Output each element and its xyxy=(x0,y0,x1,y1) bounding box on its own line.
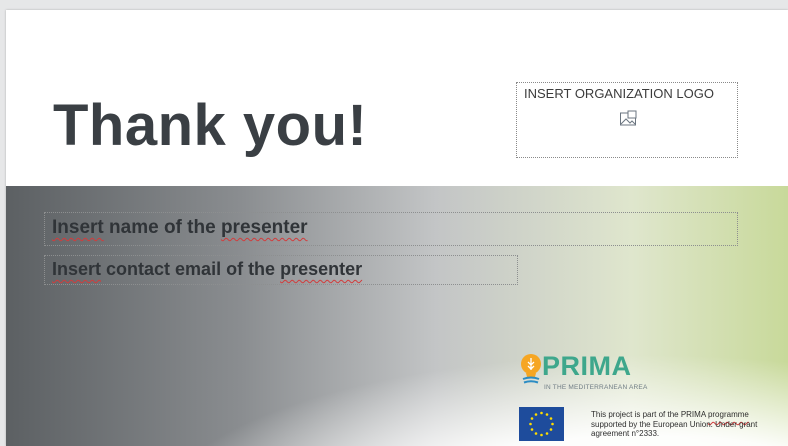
presenter-email-text: Insert contact email of the presenter xyxy=(52,259,362,280)
funding-text-start: This project is part of the PRIMA xyxy=(591,410,708,419)
presenter-email-word-insert: Insert xyxy=(52,259,102,279)
presenter-name-placeholder[interactable]: Insert name of the presenter xyxy=(44,212,738,246)
presenter-name-word-presenter: presenter xyxy=(220,217,308,238)
presenter-name-text: Insert name of the presenter xyxy=(52,217,308,239)
funding-statement: This project is part of the PRIMA progra… xyxy=(591,410,781,439)
picture-placeholder-icon[interactable] xyxy=(619,110,637,128)
editor-canvas: Thank you! INSERT ORGANIZATION LOGO Inse… xyxy=(0,0,788,446)
presenter-email-middle: contact email of the xyxy=(101,259,281,279)
presenter-email-word-presenter: presenter xyxy=(280,259,363,279)
prima-tagline: IN THE MEDITERRANEAN AREA xyxy=(544,384,648,391)
presenter-name-word-insert: Insert xyxy=(52,217,104,238)
logo-placeholder-text: INSERT ORGANIZATION LOGO xyxy=(524,86,714,101)
funding-text-programme: programme xyxy=(707,410,749,419)
logo-placeholder[interactable]: INSERT ORGANIZATION LOGO xyxy=(516,82,738,158)
prima-logo[interactable]: PRIMA IN THE MEDITERRANEAN AREA xyxy=(520,351,660,399)
prima-wordmark: PRIMA xyxy=(542,351,632,381)
eu-flag-icon xyxy=(519,407,564,441)
slide[interactable]: Thank you! INSERT ORGANIZATION LOGO Inse… xyxy=(6,10,788,446)
lightbulb-icon xyxy=(521,354,541,384)
presenter-email-placeholder[interactable]: Insert contact email of the presenter xyxy=(44,255,518,285)
funding-text-end: supported by the European Union. Under g… xyxy=(591,419,758,439)
slide-title[interactable]: Thank you! xyxy=(53,92,367,159)
presenter-name-middle: name of the xyxy=(103,217,221,238)
